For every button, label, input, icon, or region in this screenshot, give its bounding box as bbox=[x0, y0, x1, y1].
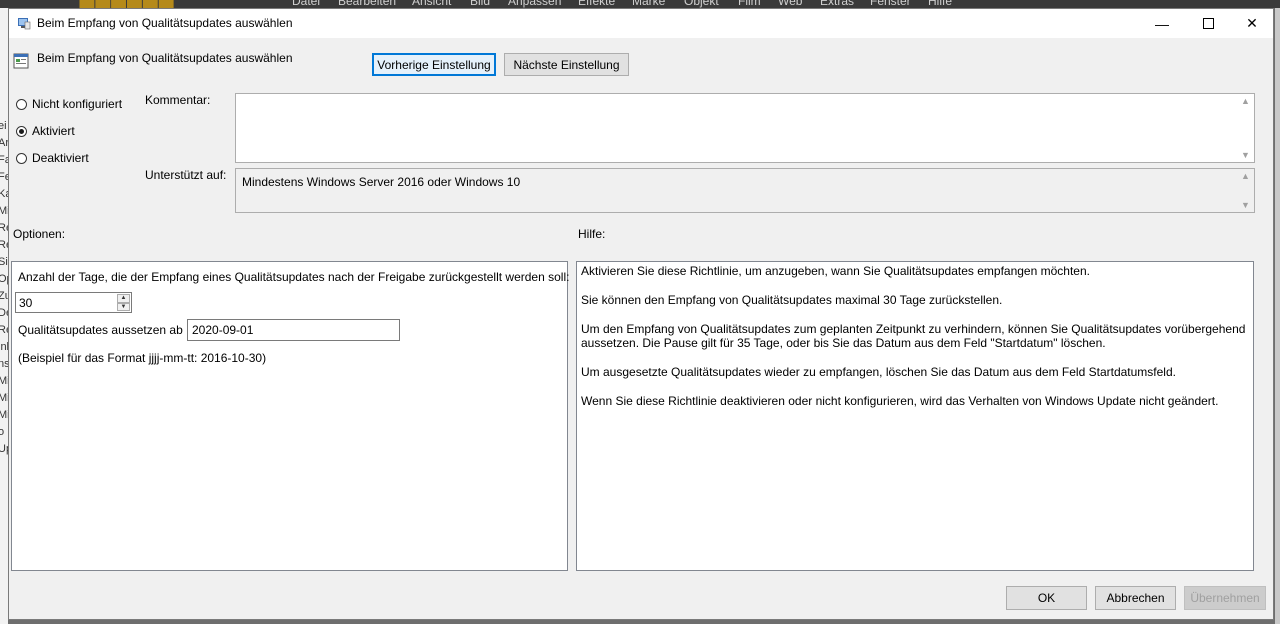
radio-button-selected[interactable] bbox=[16, 125, 27, 137]
pause-label: Qualitätsupdates aussetzen ab bbox=[18, 323, 183, 337]
radio-not-configured[interactable]: Nicht konfiguriert bbox=[16, 97, 122, 111]
minimize-button[interactable]: — bbox=[1139, 9, 1185, 38]
days-prompt: Anzahl der Tage, die der Empfang eines Q… bbox=[18, 270, 570, 284]
radio-enabled[interactable]: Aktiviert bbox=[16, 124, 75, 138]
days-value[interactable]: 30 bbox=[19, 296, 32, 310]
radio-label: Deaktiviert bbox=[32, 151, 89, 165]
scroll-up-icon[interactable]: ▲ bbox=[1241, 96, 1250, 106]
radio-button[interactable] bbox=[16, 98, 27, 110]
bg-left-fragment: Re bbox=[0, 324, 8, 336]
comment-textarea[interactable] bbox=[235, 93, 1255, 163]
bg-menu-item: Film bbox=[738, 0, 761, 8]
bg-left-fragment: o bbox=[0, 426, 5, 438]
policy-dialog: Beim Empfang von Qualitätsupdates auswäh… bbox=[8, 8, 1274, 620]
bg-menu-item: Marke bbox=[632, 0, 666, 8]
bg-left-fragment: ei bbox=[0, 120, 7, 132]
spin-down-icon[interactable]: ▼ bbox=[117, 302, 130, 311]
ok-button[interactable]: OK bbox=[1006, 586, 1087, 610]
bg-left-fragment: Zu bbox=[0, 290, 8, 302]
radio-button[interactable] bbox=[16, 152, 27, 164]
scroll-down-icon[interactable]: ▼ bbox=[1241, 150, 1250, 160]
help-paragraph: Um den Empfang von Qualitätsupdates zum … bbox=[581, 322, 1246, 350]
supported-label: Unterstützt auf: bbox=[145, 168, 227, 182]
bg-menu-item: Ansicht bbox=[412, 0, 452, 8]
title-bar: Beim Empfang von Qualitätsupdates auswäh… bbox=[9, 9, 1273, 38]
radio-label: Aktiviert bbox=[32, 124, 75, 138]
supported-on-box: Mindestens Windows Server 2016 oder Wind… bbox=[235, 168, 1255, 213]
cancel-button[interactable]: Abbrechen bbox=[1095, 586, 1176, 610]
bg-menu-item: Bearbeiten bbox=[338, 0, 397, 8]
supported-on-value: Mindestens Windows Server 2016 oder Wind… bbox=[242, 175, 521, 189]
bg-menu-item: Bild bbox=[470, 0, 491, 8]
window-title: Beim Empfang von Qualitätsupdates auswäh… bbox=[37, 16, 293, 30]
radio-label: Nicht konfiguriert bbox=[32, 97, 123, 111]
help-panel: Aktivieren Sie diese Richtlinie, um anzu… bbox=[576, 261, 1254, 571]
background-left-panel: ei Ar Fa Fe Ka Mi Re Re Si Op Zu De Re inl ns Mi Mi Mi o Up bbox=[0, 8, 8, 624]
bg-menu-item: Datei bbox=[292, 0, 321, 8]
bg-left-fragment: Si bbox=[0, 256, 8, 268]
days-spinbox[interactable]: 30 ▲ ▼ bbox=[15, 292, 132, 313]
setting-title: Beim Empfang von Qualitätsupdates auswäh… bbox=[37, 51, 293, 65]
help-text: Aktivieren Sie diese Richtlinie, um anzu… bbox=[581, 264, 1249, 423]
pause-date-input[interactable]: 2020-09-01 bbox=[187, 319, 400, 341]
bg-left-fragment: Ar bbox=[0, 137, 8, 149]
bg-menu-item: Fenster bbox=[870, 0, 911, 8]
bg-left-fragment: Op bbox=[0, 273, 8, 285]
previous-setting-button[interactable]: Vorherige Einstellung bbox=[372, 53, 496, 76]
bg-left-fragment: De bbox=[0, 307, 8, 319]
bg-left-fragment: Re bbox=[0, 239, 8, 251]
scroll-down-icon[interactable]: ▼ bbox=[1241, 200, 1250, 210]
bg-menu-item: Effekte bbox=[578, 0, 616, 8]
bg-left-fragment: Fa bbox=[0, 154, 8, 166]
spin-buttons[interactable]: ▲ ▼ bbox=[117, 294, 130, 311]
bg-left-fragment: Mi bbox=[0, 375, 8, 387]
scroll-up-icon[interactable]: ▲ bbox=[1241, 171, 1250, 181]
bg-left-fragment: Mi bbox=[0, 392, 8, 404]
options-label: Optionen: bbox=[13, 227, 66, 241]
maximize-icon bbox=[1202, 18, 1214, 29]
radio-disabled[interactable]: Deaktiviert bbox=[16, 151, 89, 165]
maximize-button[interactable] bbox=[1185, 9, 1231, 38]
help-paragraph: Um ausgesetzte Qualitätsupdates wieder z… bbox=[581, 365, 1176, 379]
background-right-edge bbox=[1275, 8, 1280, 624]
bg-left-fragment: Mi bbox=[0, 205, 8, 217]
spin-up-icon[interactable]: ▲ bbox=[117, 294, 130, 303]
apply-button[interactable]: Übernehmen bbox=[1184, 586, 1266, 610]
next-setting-button[interactable]: Nächste Einstellung bbox=[504, 53, 629, 76]
bg-menu-item: Web bbox=[778, 0, 803, 8]
bg-left-fragment: Mi bbox=[0, 409, 8, 421]
format-hint: (Beispiel für das Format jjjj-mm-tt: 201… bbox=[18, 351, 267, 365]
bg-left-fragment: ns bbox=[0, 358, 8, 370]
policy-setting-icon bbox=[13, 53, 29, 69]
help-paragraph: Sie können den Empfang von Qualitätsupda… bbox=[581, 293, 1003, 307]
background-logo: ▇▇▇▇▇▇ bbox=[80, 0, 175, 8]
bg-menu-item: Extras bbox=[820, 0, 855, 8]
close-button[interactable]: ✕ bbox=[1229, 9, 1275, 38]
help-label: Hilfe: bbox=[578, 227, 606, 241]
options-panel: Anzahl der Tage, die der Empfang eines Q… bbox=[11, 261, 570, 571]
comment-scrollbar[interactable]: ▲ ▼ bbox=[1238, 94, 1254, 162]
pause-date-value[interactable]: 2020-09-01 bbox=[192, 323, 253, 337]
bg-menu-item: Hilfe bbox=[928, 0, 953, 8]
bg-left-fragment: Ka bbox=[0, 188, 8, 200]
bg-menu-item: Objekt bbox=[684, 0, 719, 8]
bg-left-fragment: inl bbox=[0, 341, 8, 353]
bg-left-fragment: Fe bbox=[0, 171, 8, 183]
supported-scrollbar[interactable]: ▲ ▼ bbox=[1238, 169, 1254, 212]
policy-app-icon bbox=[18, 18, 31, 30]
comment-label: Kommentar: bbox=[145, 93, 211, 107]
help-paragraph: Wenn Sie diese Richtlinie deaktivieren o… bbox=[581, 394, 1219, 408]
bg-left-fragment: Re bbox=[0, 222, 8, 234]
bg-left-fragment: Up bbox=[0, 443, 8, 455]
background-menubar: ▇▇▇▇▇▇ Datei Bearbeiten Ansicht Bild Anp… bbox=[0, 0, 1280, 8]
bg-menu-item: Anpassen bbox=[508, 0, 562, 8]
help-paragraph: Aktivieren Sie diese Richtlinie, um anzu… bbox=[581, 264, 1090, 278]
